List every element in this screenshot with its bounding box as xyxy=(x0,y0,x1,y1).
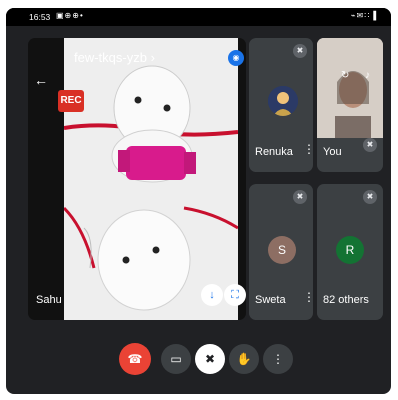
system-status-icons: ⌁✉∷▐ xyxy=(350,11,377,20)
more-options-icon[interactable]: ⋮ xyxy=(303,142,313,156)
camera-toggle-button[interactable]: ▭ xyxy=(161,344,191,374)
participant-tile-renuka[interactable]: ✖ Renuka ⋮ xyxy=(249,38,313,172)
avatar: R xyxy=(336,236,364,264)
camera-flip-icon[interactable]: ↻ xyxy=(341,70,349,81)
avatar-image xyxy=(268,86,298,116)
call-controls: ☎ ▭ ✖ ✋ ⋮ xyxy=(6,342,391,386)
mic-off-icon: ✖ xyxy=(363,138,377,152)
self-video-image xyxy=(317,38,383,138)
audio-output-icon[interactable]: ♪ xyxy=(365,70,370,81)
participant-name: You xyxy=(323,146,342,158)
camera-switch-icon[interactable]: ◉ xyxy=(228,50,244,66)
participant-name: Sweta xyxy=(255,294,286,306)
recording-badge: REC xyxy=(58,90,84,112)
main-speaker-tile[interactable]: few-tkqs-yzb › ← REC ◉ Sahu ↓ ⛶ xyxy=(28,38,246,320)
participant-name: Renuka xyxy=(255,146,293,158)
raise-hand-button[interactable]: ✋ xyxy=(229,344,259,374)
more-options-button[interactable]: ⋮ xyxy=(263,344,293,374)
meet-screen: 16:53 ▣⊕⊕• ⌁✉∷▐ few-tkqs-yzb › ← REC ◉ S… xyxy=(6,8,391,394)
microphone-toggle-button[interactable]: ✖ xyxy=(195,344,225,374)
fullscreen-button[interactable]: ⛶ xyxy=(224,284,246,306)
more-options-icon[interactable]: ⋮ xyxy=(303,290,313,304)
meeting-code[interactable]: few-tkqs-yzb › xyxy=(74,50,155,65)
mic-off-icon: ✖ xyxy=(293,44,307,58)
end-call-button[interactable]: ☎ xyxy=(119,343,151,375)
avatar: S xyxy=(268,236,296,264)
pin-button[interactable]: ↓ xyxy=(201,284,223,306)
participant-tile-sweta[interactable]: ✖ S Sweta ⋮ xyxy=(249,184,313,320)
mic-off-icon: ✖ xyxy=(363,190,377,204)
notification-icons: ▣⊕⊕• xyxy=(56,11,84,20)
back-arrow-icon[interactable]: ← xyxy=(34,72,48,88)
participant-tile-others[interactable]: ✖ R 82 others xyxy=(317,184,383,320)
participant-tile-self[interactable]: ↻ ♪ You ✖ xyxy=(317,38,383,172)
video-frame-image xyxy=(64,38,238,320)
mic-off-icon: ✖ xyxy=(293,190,307,204)
avatar xyxy=(268,86,298,116)
self-video xyxy=(317,38,383,138)
shared-video xyxy=(64,38,238,320)
participant-name: 82 others xyxy=(323,294,369,306)
main-speaker-name: Sahu xyxy=(36,294,62,306)
status-time: 16:53 xyxy=(29,12,51,22)
status-bar: 16:53 ▣⊕⊕• ⌁✉∷▐ xyxy=(6,8,391,26)
